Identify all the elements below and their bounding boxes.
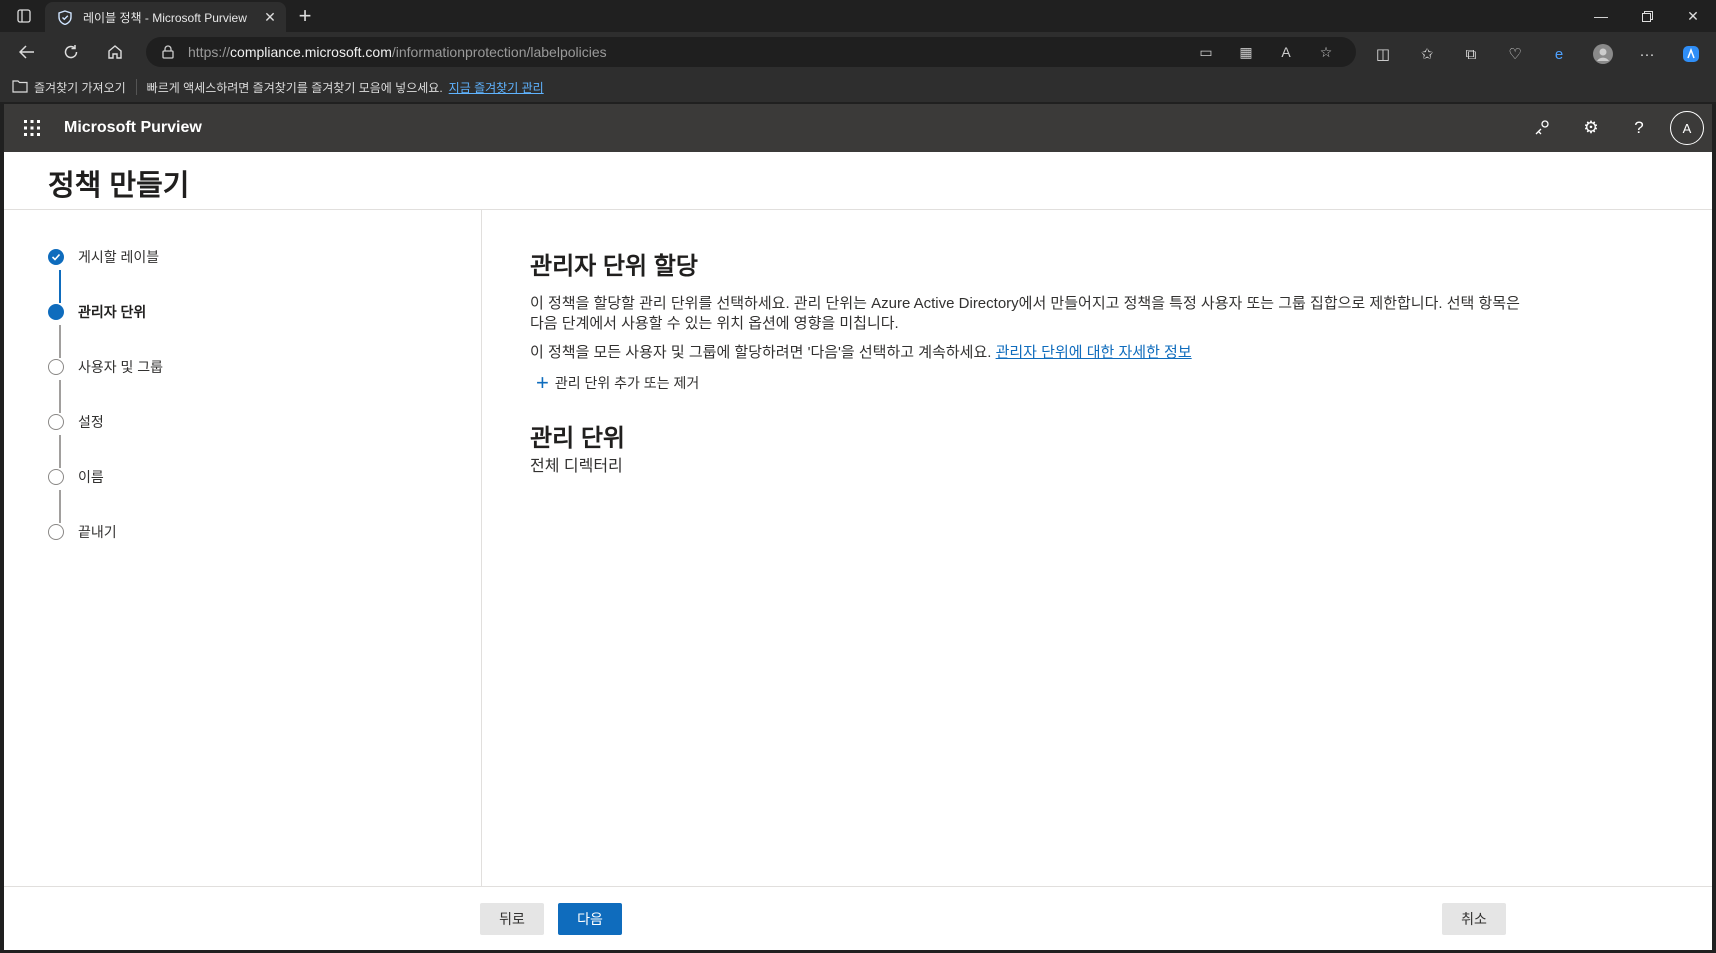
avatar[interactable]: A bbox=[1670, 111, 1704, 145]
favorites-bar: 즐겨찾기 가져오기 빠르게 액세스하려면 즐겨찾기를 즐겨찾기 모음에 넣으세요… bbox=[0, 72, 1716, 102]
step-connector bbox=[59, 435, 61, 468]
close-tab-icon[interactable]: ✕ bbox=[260, 9, 280, 26]
window-close-icon[interactable]: ✕ bbox=[1670, 0, 1716, 32]
page-title: 정책 만들기 bbox=[48, 170, 190, 202]
back-arrow-icon[interactable] bbox=[12, 38, 42, 66]
browser-essentials-icon[interactable]: ♡ bbox=[1504, 43, 1526, 65]
edge-icon[interactable]: e bbox=[1548, 43, 1570, 65]
wizard-steps: 게시할 레이블 관리자 단위 사용자 및 그룹 설정 이름 끝내기 bbox=[4, 210, 482, 886]
step-users-groups[interactable]: 사용자 및 그룹 bbox=[48, 355, 163, 379]
learn-more-link[interactable]: 관리자 단위에 대한 자세한 정보 bbox=[996, 344, 1192, 361]
app-available-icon[interactable]: ▭ bbox=[1196, 42, 1216, 62]
description-text: 이 정책을 할당할 관리 단위를 선택하세요. 관리 단위는 Azure Act… bbox=[530, 295, 1520, 332]
profile-icon[interactable] bbox=[1592, 43, 1614, 65]
section-heading: 관리자 단위 할당 bbox=[530, 253, 698, 280]
step-label: 관리자 단위 bbox=[78, 304, 147, 320]
read-aloud-icon[interactable]: A bbox=[1276, 42, 1296, 62]
step-label: 이름 bbox=[78, 469, 104, 485]
step-connector bbox=[59, 490, 61, 523]
extensions-grid-icon[interactable]: ▦ bbox=[1236, 42, 1256, 62]
browser-window: 레이블 정책 - Microsoft Purview ✕ + — ✕ https… bbox=[0, 0, 1716, 953]
favorites-divider bbox=[135, 79, 137, 95]
step-label: 게시할 레이블 bbox=[78, 249, 160, 265]
more-options-icon[interactable]: ··· bbox=[1636, 43, 1658, 65]
refresh-icon[interactable] bbox=[56, 38, 86, 66]
favorites-import-button[interactable]: 즐겨찾기 가져오기 bbox=[12, 79, 126, 96]
add-remove-label: 관리 단위 추가 또는 제거 bbox=[554, 375, 700, 391]
pending-step-icon bbox=[48, 359, 64, 375]
step-connector bbox=[59, 325, 61, 358]
help-icon[interactable]: ? bbox=[1624, 113, 1654, 143]
page-header: 정책 만들기 bbox=[4, 152, 1712, 210]
app-launcher-icon[interactable] bbox=[8, 104, 56, 152]
app-header: Microsoft Purview ⚙ ? A bbox=[4, 104, 1712, 152]
step-finish[interactable]: 끝내기 bbox=[48, 520, 117, 544]
step-settings[interactable]: 설정 bbox=[48, 410, 104, 434]
split-screen-icon[interactable]: ◫ bbox=[1372, 43, 1394, 65]
app-name[interactable]: Microsoft Purview bbox=[64, 119, 202, 137]
new-tab-icon[interactable]: + bbox=[293, 3, 317, 28]
wizard-footer: 뒤로 다음 취소 bbox=[4, 886, 1712, 950]
step-name[interactable]: 이름 bbox=[48, 465, 104, 489]
restore-icon[interactable] bbox=[1624, 0, 1670, 32]
address-bar[interactable]: https://compliance.microsoft.com/informa… bbox=[146, 37, 1356, 67]
step-connector bbox=[59, 380, 61, 413]
pending-step-icon bbox=[48, 524, 64, 540]
tab-strip: 레이블 정책 - Microsoft Purview ✕ + — ✕ bbox=[0, 0, 1716, 32]
navigation-bar: https://compliance.microsoft.com/informa… bbox=[0, 32, 1716, 72]
import-folder-icon bbox=[12, 79, 28, 96]
home-icon[interactable] bbox=[100, 38, 130, 66]
people-icon[interactable] bbox=[1528, 113, 1558, 143]
favorites-icon[interactable]: ✩ bbox=[1416, 43, 1438, 65]
step-labels-to-publish[interactable]: 게시할 레이블 bbox=[48, 245, 159, 269]
settings-gear-icon[interactable]: ⚙ bbox=[1576, 113, 1606, 143]
cancel-button[interactable]: 취소 bbox=[1442, 903, 1506, 935]
lock-icon[interactable] bbox=[160, 44, 176, 60]
favorites-import-label: 즐겨찾기 가져오기 bbox=[34, 80, 126, 95]
tab-actions-icon[interactable] bbox=[10, 2, 38, 30]
checkmark-icon bbox=[48, 249, 64, 265]
admin-units-heading: 관리 단위 bbox=[530, 425, 625, 452]
favorites-hint-text: 빠르게 액세스하려면 즐겨찾기를 즐겨찾기 모음에 넣으세요. bbox=[146, 80, 443, 95]
tab-title: 레이블 정책 - Microsoft Purview bbox=[83, 10, 247, 25]
description-continue-text: 이 정책을 모든 사용자 및 그룹에 할당하려면 '다음'을 선택하고 계속하세… bbox=[530, 344, 1192, 361]
collections-icon[interactable]: ⧉ bbox=[1460, 43, 1482, 65]
web-page: Microsoft Purview ⚙ ? A 정책 만들기 게시할 레이블 관… bbox=[4, 104, 1712, 950]
url-text: https://compliance.microsoft.com/informa… bbox=[188, 44, 607, 60]
pending-step-icon bbox=[48, 469, 64, 485]
admin-units-value: 전체 디렉터리 bbox=[530, 458, 623, 475]
step-label: 설정 bbox=[78, 414, 104, 430]
back-button[interactable]: 뒤로 bbox=[480, 903, 544, 935]
copilot-icon[interactable] bbox=[1680, 43, 1702, 65]
pending-step-icon bbox=[48, 414, 64, 430]
add-remove-admin-units-button[interactable]: + 관리 단위 추가 또는 제거 bbox=[536, 371, 699, 395]
step-label: 사용자 및 그룹 bbox=[78, 359, 164, 375]
current-step-icon bbox=[48, 304, 64, 320]
plus-icon: + bbox=[536, 370, 549, 395]
browser-tab-active[interactable]: 레이블 정책 - Microsoft Purview ✕ bbox=[45, 2, 286, 32]
manage-favorites-link[interactable]: 지금 즐겨찾기 관리 bbox=[449, 79, 544, 96]
favorite-star-icon[interactable]: ☆ bbox=[1316, 42, 1336, 62]
shield-icon bbox=[57, 9, 73, 25]
step-label: 끝내기 bbox=[78, 524, 117, 540]
minimize-icon[interactable]: — bbox=[1578, 0, 1624, 32]
step-connector bbox=[59, 270, 61, 303]
step-admin-units[interactable]: 관리자 단위 bbox=[48, 300, 146, 324]
next-button[interactable]: 다음 bbox=[558, 903, 622, 935]
